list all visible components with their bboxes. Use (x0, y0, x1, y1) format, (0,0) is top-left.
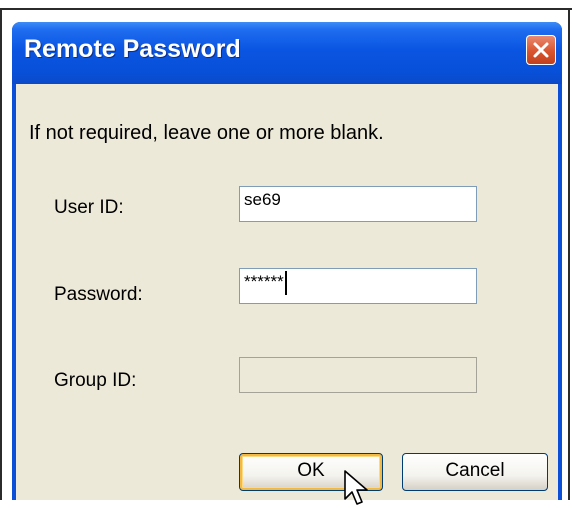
screenshot-frame-left (0, 8, 2, 500)
password-input[interactable]: ****** (239, 268, 477, 304)
text-caret (284, 271, 287, 295)
close-button[interactable] (526, 35, 556, 65)
remote-password-dialog: Remote Password If not required, leave o… (12, 22, 562, 505)
group-id-label: Group ID: (54, 370, 137, 391)
user-id-value: se69 (244, 190, 281, 209)
cancel-button[interactable]: Cancel (402, 453, 548, 491)
arrow-cursor-icon (344, 470, 368, 505)
title-bar[interactable]: Remote Password (12, 22, 562, 84)
user-id-label: User ID: (54, 197, 124, 218)
group-id-input[interactable] (239, 357, 477, 393)
window-title: Remote Password (24, 35, 241, 63)
password-value: ****** (244, 272, 284, 291)
user-id-input[interactable]: se69 (239, 186, 477, 222)
password-label: Password: (54, 284, 143, 305)
screenshot-frame-top (0, 8, 572, 10)
dialog-body: If not required, leave one or more blank… (16, 84, 558, 505)
close-icon (533, 42, 549, 58)
screenshot-frame-right (568, 8, 570, 500)
instruction-text: If not required, leave one or more blank… (29, 122, 384, 144)
